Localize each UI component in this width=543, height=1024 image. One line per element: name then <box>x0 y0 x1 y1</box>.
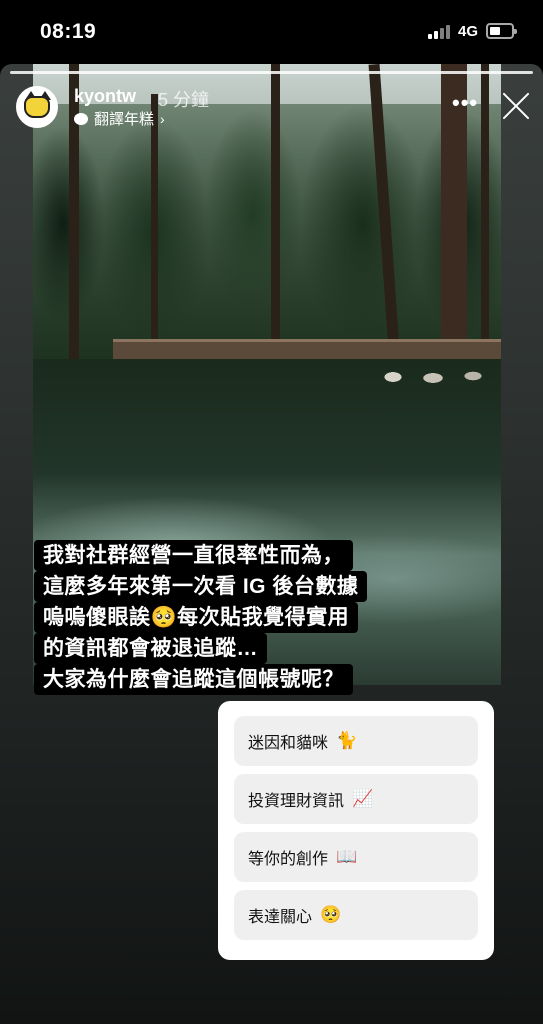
avatar[interactable] <box>16 86 58 128</box>
poll-option[interactable]: 等你的創作 📖 <box>234 832 478 882</box>
caption-line: 嗚嗚傻眼誒🥺每次貼我覺得實用 <box>34 602 359 633</box>
poll-option-label: 等你的創作 <box>248 851 329 868</box>
poll-option[interactable]: 迷因和貓咪 🐈 <box>234 716 478 766</box>
poll-option-label: 迷因和貓咪 <box>248 735 329 752</box>
subtitle-link[interactable]: 翻譯年糕 › <box>74 108 165 129</box>
story-view[interactable]: kyontw 5 分鐘 翻譯年糕 › ••• 我對社群經營一直很率性而為， 這麼… <box>0 64 543 1024</box>
signal-icon <box>428 25 454 39</box>
caption-line: 的資訊都會被退追蹤… <box>34 633 267 664</box>
close-icon[interactable] <box>500 90 532 122</box>
chart-increasing-icon: 📈 <box>352 789 374 808</box>
status-bar: 08:19 4G <box>0 0 543 64</box>
poll-option[interactable]: 表達關心 🥺 <box>234 890 478 940</box>
story-progress-bar <box>10 71 533 74</box>
poll-sticker: 迷因和貓咪 🐈 投資理財資訊 📈 等你的創作 📖 表達關心 🥺 <box>218 701 494 960</box>
cat-icon: 🐈 <box>336 731 358 750</box>
book-icon: 📖 <box>336 847 358 866</box>
caption-line: 我對社群經營一直很率性而為， <box>34 540 353 571</box>
caption-line: 這麼多年來第一次看 IG 後台數據 <box>34 571 368 602</box>
more-options-icon[interactable]: ••• <box>452 90 478 116</box>
username[interactable]: kyontw <box>74 86 136 107</box>
poll-option-label: 表達關心 <box>248 909 313 926</box>
chat-bubble-icon <box>74 112 88 125</box>
story-caption: 我對社群經營一直很率性而為， 這麼多年來第一次看 IG 後台數據 嗚嗚傻眼誒🥺每… <box>34 540 368 695</box>
subtitle-label: 翻譯年糕 <box>94 111 155 128</box>
chevron-right-icon: › <box>160 110 165 127</box>
status-time: 08:19 <box>40 20 97 43</box>
story-header: kyontw 5 分鐘 翻譯年糕 › ••• <box>16 86 536 130</box>
battery-icon <box>486 23 517 39</box>
caption-line: 大家為什麼會追蹤這個帳號呢？ <box>34 664 353 695</box>
poll-option[interactable]: 投資理財資訊 📈 <box>234 774 478 824</box>
post-time: 5 分鐘 <box>158 90 210 110</box>
network-label: 4G <box>458 23 479 40</box>
poll-option-label: 投資理財資訊 <box>248 793 345 810</box>
pleading-face-icon: 🥺 <box>320 905 342 924</box>
